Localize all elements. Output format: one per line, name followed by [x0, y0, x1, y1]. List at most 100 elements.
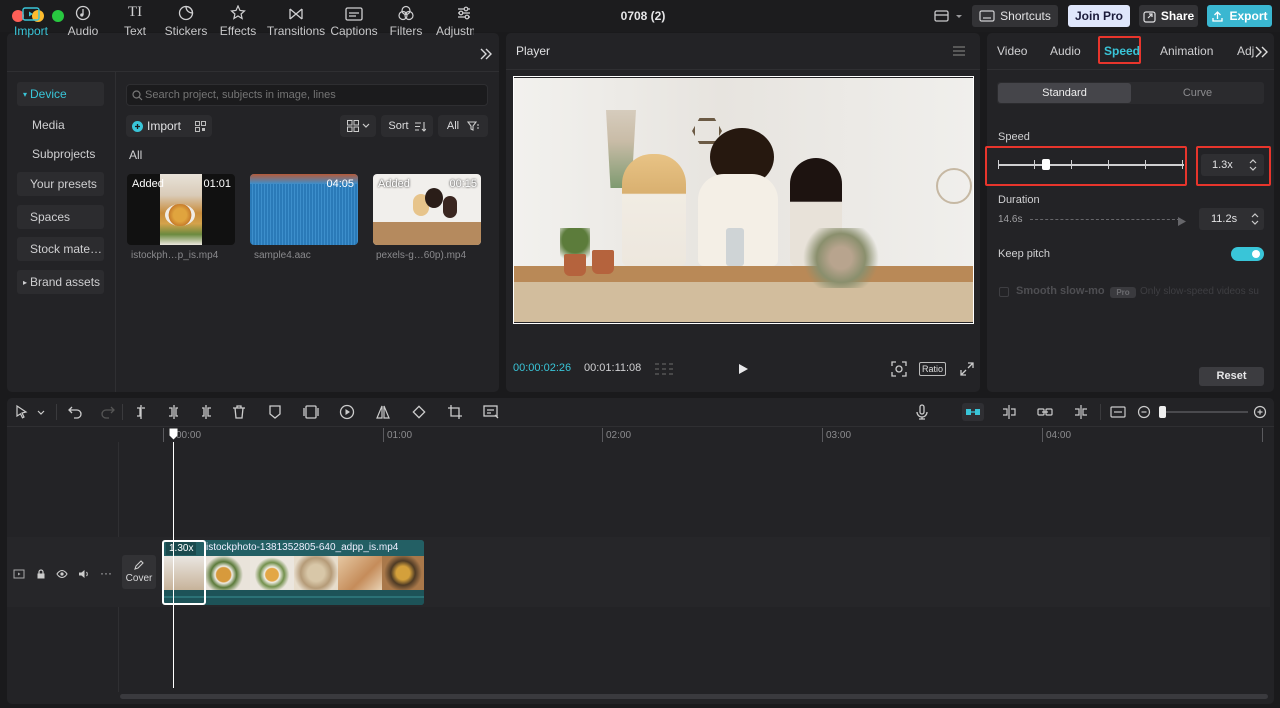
fit-timeline-icon[interactable]	[1110, 404, 1126, 420]
play-button[interactable]	[736, 362, 750, 376]
snap-icon[interactable]	[1001, 404, 1017, 420]
split-icon[interactable]	[133, 404, 149, 420]
more-inspector-tabs-icon[interactable]	[1254, 45, 1270, 59]
tab-filters[interactable]: Filters	[389, 0, 423, 38]
tab-transitions[interactable]: Transitions	[266, 0, 326, 38]
select-tool-icon[interactable]	[14, 404, 30, 420]
tab-audio[interactable]: Audio	[64, 0, 102, 38]
delete-icon[interactable]	[231, 404, 247, 420]
redo-icon[interactable]	[100, 404, 116, 420]
mirror-icon[interactable]	[375, 404, 391, 420]
duration-value: 11.2s	[1211, 213, 1238, 225]
zoom-window-button[interactable]	[52, 10, 64, 22]
media-thumb-3[interactable]: Added 00:15	[373, 174, 481, 245]
volume-icon[interactable]	[78, 568, 90, 580]
filter-button[interactable]: All	[438, 115, 488, 137]
reverse-play-icon[interactable]	[339, 404, 355, 420]
sidebar-item-device[interactable]: ▾ Device	[17, 82, 104, 106]
sidebar-item-spaces[interactable]: Spaces	[17, 205, 104, 229]
clip-frame	[338, 556, 382, 590]
grid-view-icon	[346, 120, 359, 132]
search-box[interactable]	[126, 84, 488, 106]
media-name: pexels-g…60p).mp4	[376, 250, 467, 261]
inspector-tab-audio[interactable]: Audio	[1050, 44, 1081, 58]
ruler-tick	[602, 428, 603, 442]
main-track-magnet-button[interactable]	[962, 403, 984, 421]
search-input[interactable]	[145, 87, 475, 103]
sidebar-item-stock-material[interactable]: Stock mate…	[17, 237, 104, 261]
speed-value-field[interactable]: 1.3x	[1201, 154, 1264, 176]
crop-icon[interactable]	[447, 404, 463, 420]
menu-icon[interactable]	[953, 45, 965, 56]
stickers-icon	[178, 5, 194, 21]
zoom-slider-thumb[interactable]	[1159, 406, 1166, 418]
video-preview[interactable]	[514, 78, 973, 322]
link-icon[interactable]	[1037, 404, 1053, 420]
chevron-down-icon[interactable]	[36, 404, 46, 420]
sidebar-item-media[interactable]: Media	[17, 113, 104, 137]
window-title: 0708 (2)	[620, 9, 666, 23]
sort-button[interactable]: Sort	[381, 115, 433, 137]
view-mode-button[interactable]	[340, 115, 376, 137]
split-left-icon[interactable]	[166, 404, 182, 420]
stepper-icon[interactable]	[1249, 158, 1257, 172]
speed-slider-track[interactable]	[998, 164, 1184, 166]
zoom-slider-track[interactable]	[1160, 411, 1248, 413]
search-icon	[132, 90, 143, 101]
cover-button[interactable]: Cover	[122, 555, 156, 589]
sidebar-item-your-presets[interactable]: Your presets	[17, 172, 104, 196]
expand-icon[interactable]	[960, 362, 974, 376]
layout-icon[interactable]	[934, 9, 964, 23]
join-pro-button[interactable]: Join Pro	[1068, 5, 1130, 27]
inspector-tab-animation[interactable]: Animation	[1160, 44, 1213, 58]
freeze-icon[interactable]	[303, 404, 319, 420]
auto-reframe-icon[interactable]	[483, 404, 499, 420]
speed-slider-thumb[interactable]	[1042, 159, 1051, 170]
mode-curve[interactable]: Curve	[1131, 83, 1264, 103]
zoom-in-icon[interactable]	[1253, 404, 1269, 420]
more-icon[interactable]: ···	[100, 567, 112, 580]
stepper-icon[interactable]	[1251, 212, 1259, 226]
sidebar-item-brand-assets[interactable]: ▸ Brand assets	[17, 270, 104, 294]
tab-effects[interactable]: Effects	[217, 0, 259, 38]
tab-adjustment[interactable]: Adjustm	[434, 0, 474, 38]
reset-button[interactable]: Reset	[1199, 367, 1264, 386]
split-right-icon[interactable]	[198, 404, 214, 420]
smooth-slowmo-label: Smooth slow-mo	[1016, 285, 1105, 297]
preview-axis-icon[interactable]	[1073, 404, 1089, 420]
media-thumb-2[interactable]: 04:05	[250, 174, 358, 245]
tab-import[interactable]: Import	[11, 0, 51, 38]
smooth-slowmo-checkbox[interactable]	[999, 287, 1009, 297]
inspector-tab-video[interactable]: Video	[997, 44, 1027, 58]
more-tabs-icon[interactable]	[479, 47, 493, 61]
ratio-button[interactable]: Ratio	[919, 362, 946, 376]
share-button[interactable]: Share	[1139, 5, 1198, 27]
import-button[interactable]: Import	[126, 115, 212, 137]
export-button[interactable]: Export	[1207, 5, 1272, 27]
microphone-icon[interactable]	[914, 404, 930, 420]
media-thumb-1[interactable]: Added 01:01	[127, 174, 235, 245]
tab-stickers[interactable]: Stickers	[163, 0, 209, 38]
current-time: 00:00:02:26	[513, 362, 572, 374]
shortcuts-button[interactable]: Shortcuts	[972, 5, 1058, 27]
speed-value: 1.3x	[1212, 159, 1233, 171]
zoom-out-icon[interactable]	[1137, 404, 1153, 420]
fullscreen-crop-icon[interactable]	[891, 361, 907, 377]
undo-icon[interactable]	[67, 404, 83, 420]
eye-icon[interactable]	[56, 568, 68, 580]
tab-captions[interactable]: Captions	[330, 0, 378, 38]
ruler-label: 04:00	[1046, 430, 1072, 441]
duration-field[interactable]: 11.2s	[1199, 208, 1264, 230]
timeline-scrollbar[interactable]	[120, 694, 1268, 699]
tab-text[interactable]: TI Text	[118, 0, 152, 38]
mode-standard[interactable]: Standard	[998, 83, 1131, 103]
lock-icon[interactable]	[35, 568, 47, 580]
rotate-icon[interactable]	[411, 404, 427, 420]
keep-pitch-toggle[interactable]	[1231, 247, 1264, 261]
timeline-grid-icon[interactable]	[654, 362, 674, 376]
inspector-tab-speed[interactable]: Speed	[1104, 44, 1140, 58]
import-icon	[22, 7, 40, 21]
sidebar-item-subprojects[interactable]: Subprojects	[17, 142, 104, 166]
marker-icon[interactable]	[267, 404, 283, 420]
playhead-handle[interactable]	[169, 428, 178, 440]
